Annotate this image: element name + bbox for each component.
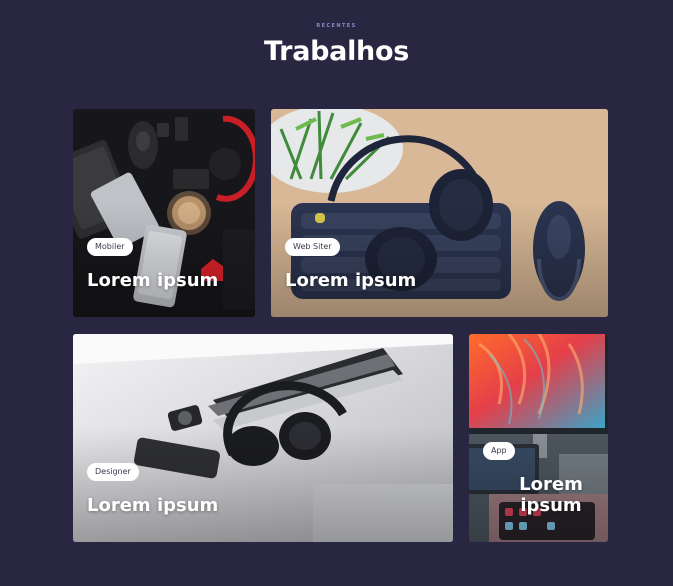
portfolio-section: RECENTES Trabalhos Mobiler Lorem ipsum W… (0, 0, 673, 586)
portfolio-card-app[interactable]: App Lorem ipsum (469, 334, 608, 542)
card-title[interactable]: Lorem ipsum (509, 474, 593, 516)
section-title: Trabalhos (264, 36, 409, 67)
card-title[interactable]: Lorem ipsum (285, 270, 416, 291)
card-tag[interactable]: App (483, 442, 515, 460)
section-eyebrow: RECENTES (316, 23, 357, 29)
card-title[interactable]: Lorem ipsum (87, 270, 218, 291)
card-tag[interactable]: Mobiler (87, 238, 133, 256)
card-title[interactable]: Lorem ipsum (87, 495, 218, 516)
card-tag[interactable]: Web Siter (285, 238, 340, 256)
card-tag[interactable]: Designer (87, 463, 139, 481)
portfolio-card-web-siter[interactable]: Web Siter Lorem ipsum (271, 109, 608, 317)
portfolio-card-mobiler[interactable]: Mobiler Lorem ipsum (73, 109, 255, 317)
portfolio-card-designer[interactable]: Designer Lorem ipsum (73, 334, 453, 542)
